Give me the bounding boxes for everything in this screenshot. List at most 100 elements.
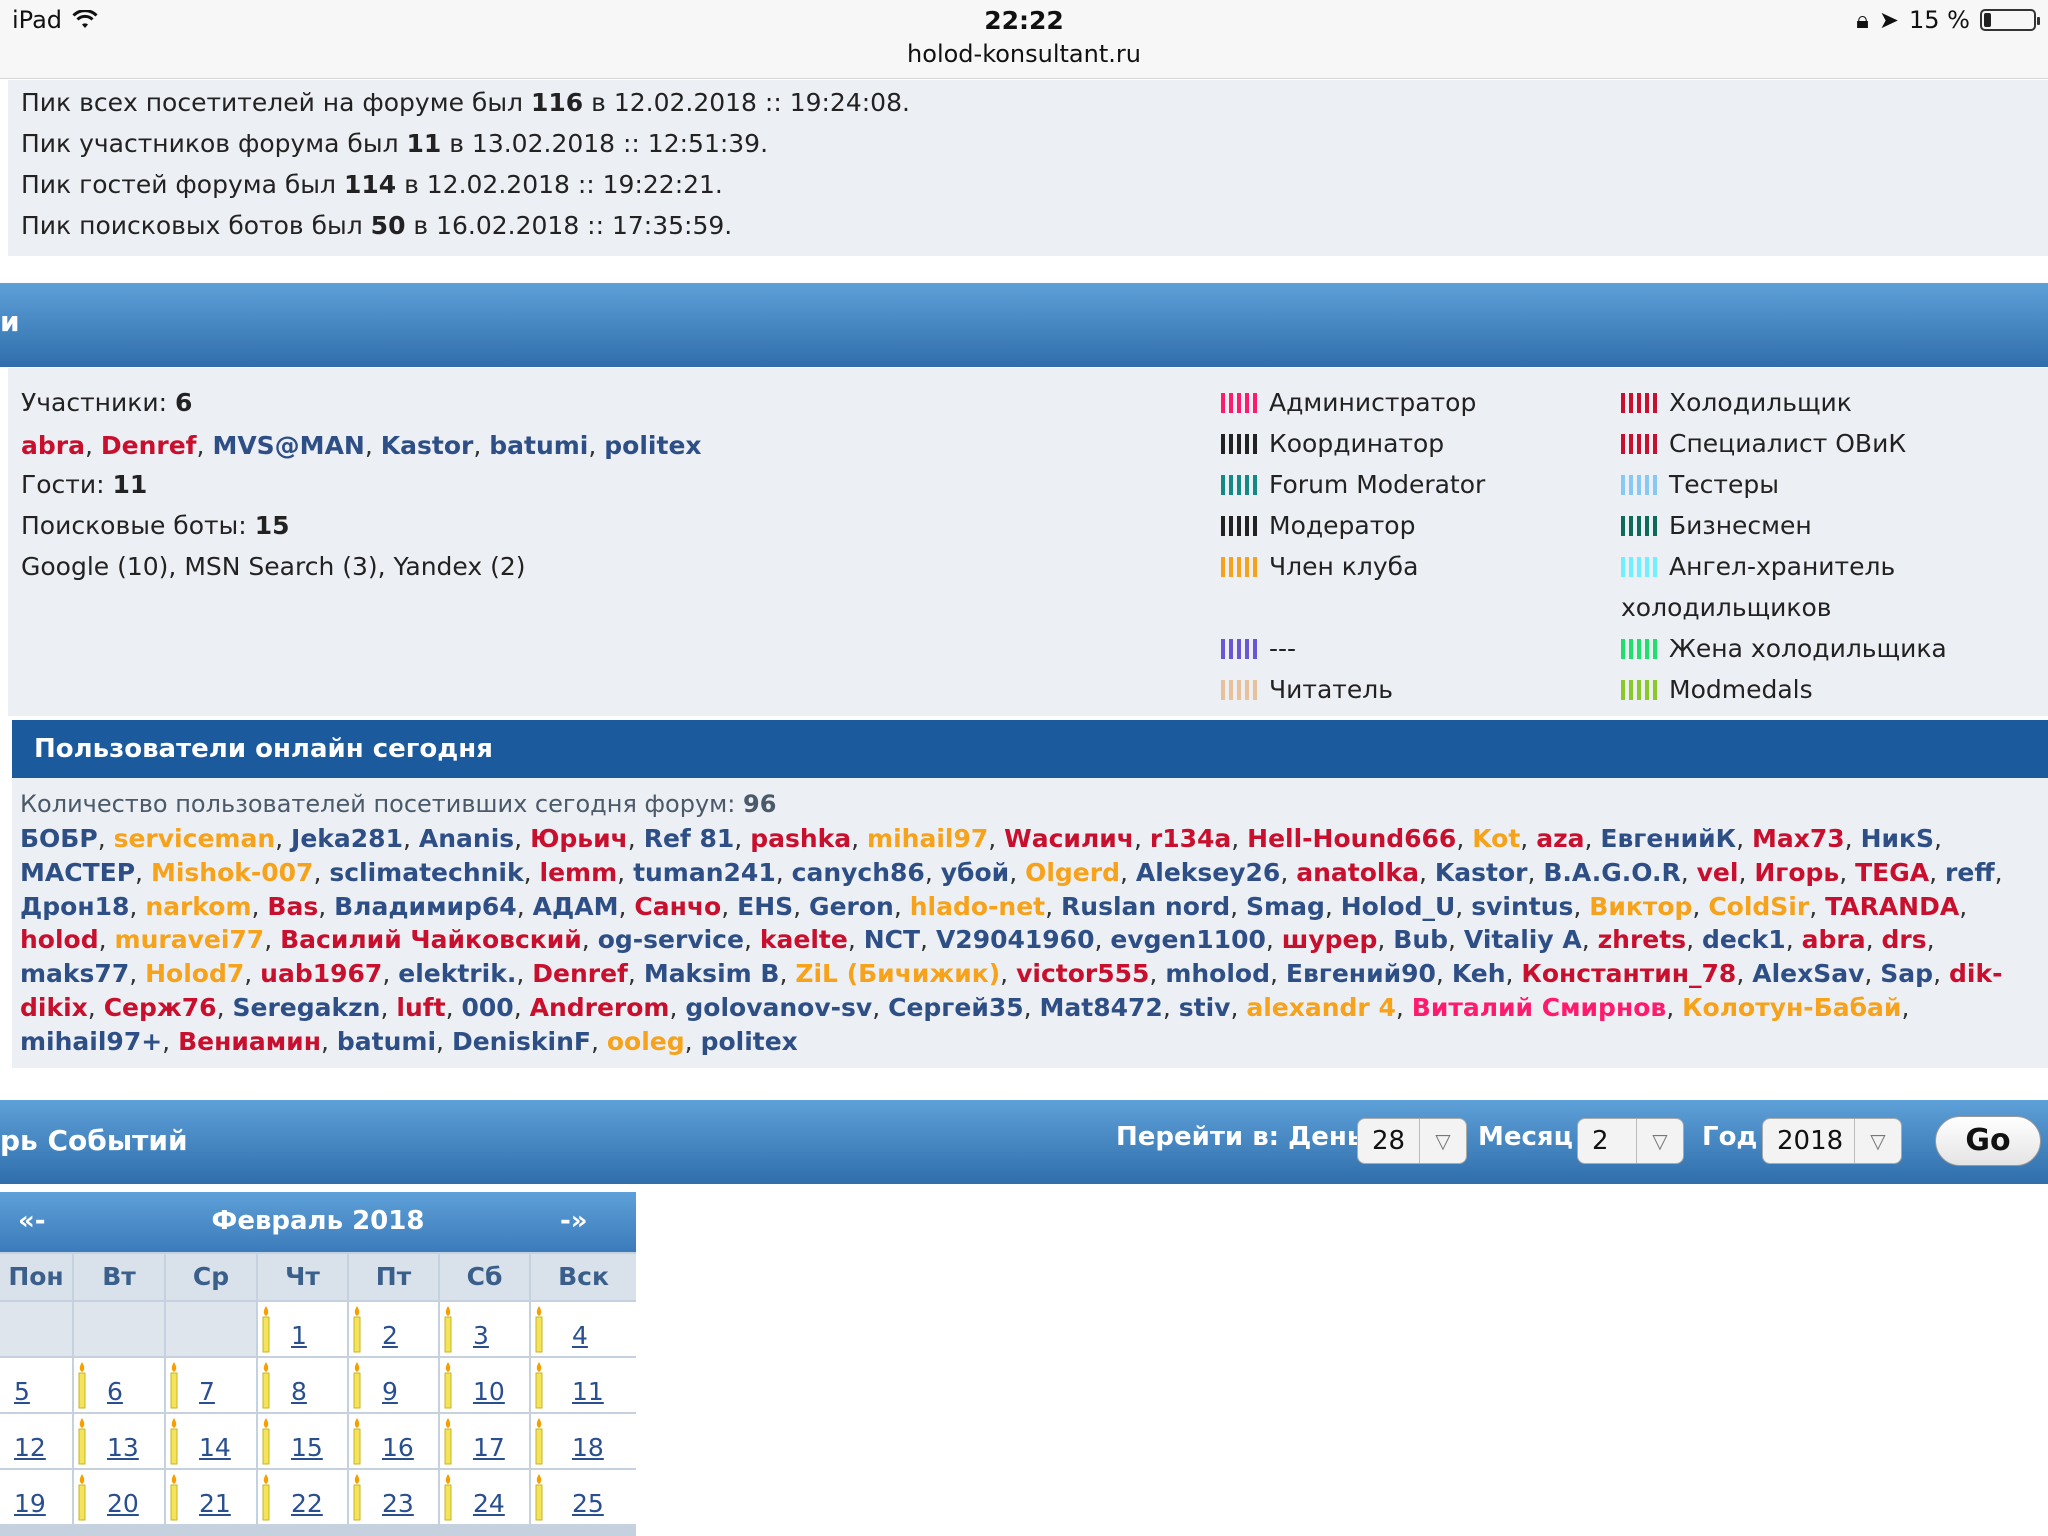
user-link[interactable]: Kastor — [381, 431, 474, 460]
calendar-day-cell[interactable]: 21 — [166, 1470, 256, 1524]
calendar-day-link[interactable]: 17 — [473, 1433, 505, 1462]
user-link[interactable]: Kot — [1472, 824, 1520, 853]
user-link[interactable]: svintus — [1471, 892, 1573, 921]
user-link[interactable]: DeniskinF — [452, 1027, 591, 1056]
user-link[interactable]: Maksim B — [644, 959, 780, 988]
calendar-day-cell[interactable]: 5 — [0, 1358, 72, 1412]
calendar-day-link[interactable]: 12 — [14, 1433, 46, 1462]
user-link[interactable]: Kastor — [1435, 858, 1528, 887]
user-link[interactable]: Holod7 — [145, 959, 244, 988]
calendar-day-cell[interactable]: 25 — [531, 1470, 636, 1524]
user-link[interactable]: ColdSir — [1708, 892, 1809, 921]
calendar-day-cell[interactable]: 10 — [440, 1358, 529, 1412]
calendar-day-link[interactable]: 24 — [473, 1489, 505, 1518]
user-link[interactable]: 000 — [462, 993, 514, 1022]
user-link[interactable]: canych86 — [792, 858, 925, 887]
user-link[interactable]: luft — [396, 993, 445, 1022]
user-link[interactable]: V29041960 — [936, 925, 1095, 954]
user-link[interactable]: deck1 — [1702, 925, 1786, 954]
user-link[interactable]: Mat8472 — [1040, 993, 1163, 1022]
user-link[interactable]: ZiL (Бичижик) — [795, 959, 1000, 988]
user-link[interactable]: Wасилич — [1004, 824, 1134, 853]
user-link[interactable]: Jeka281 — [291, 824, 403, 853]
user-link[interactable]: alexandr 4 — [1246, 993, 1396, 1022]
user-link[interactable]: holod — [20, 925, 99, 954]
calendar-day-link[interactable]: 5 — [14, 1377, 30, 1406]
user-link[interactable]: Mishok-007 — [151, 858, 314, 887]
calendar-day-link[interactable]: 15 — [291, 1433, 323, 1462]
calendar-day-cell[interactable]: 13 — [74, 1414, 164, 1468]
calendar-day-cell[interactable]: 2 — [349, 1302, 438, 1356]
user-link[interactable]: zhrets — [1598, 925, 1686, 954]
calendar-day-cell[interactable]: 23 — [349, 1470, 438, 1524]
calendar-day-link[interactable]: 6 — [107, 1377, 123, 1406]
user-link[interactable]: шурер — [1282, 925, 1378, 954]
user-link[interactable]: Евгений90 — [1286, 959, 1436, 988]
user-link[interactable]: abra — [21, 431, 85, 460]
user-link[interactable]: NCT — [864, 925, 920, 954]
user-link[interactable]: Юрьич — [530, 824, 628, 853]
calendar-day-cell[interactable]: 14 — [166, 1414, 256, 1468]
calendar-day-link[interactable]: 20 — [107, 1489, 139, 1518]
user-link[interactable]: Denref — [532, 959, 628, 988]
user-link[interactable]: AlexSav — [1752, 959, 1864, 988]
user-link[interactable]: narkom — [145, 892, 251, 921]
user-link[interactable]: Константин_78 — [1521, 959, 1736, 988]
calendar-day-cell[interactable]: 20 — [74, 1470, 164, 1524]
calendar-day-link[interactable]: 10 — [473, 1377, 505, 1406]
calendar-day-cell[interactable]: 16 — [349, 1414, 438, 1468]
user-link[interactable]: ooleg — [607, 1027, 685, 1056]
calendar-day-link[interactable]: 21 — [199, 1489, 231, 1518]
calendar-day-cell[interactable]: 15 — [258, 1414, 347, 1468]
calendar-day-link[interactable]: 1 — [291, 1321, 307, 1350]
month-select[interactable]: 2 ▽ — [1577, 1118, 1684, 1164]
user-link[interactable]: MVS@MAN — [212, 431, 364, 460]
calendar-day-link[interactable]: 3 — [473, 1321, 489, 1350]
user-link[interactable]: batumi — [489, 431, 588, 460]
user-link[interactable]: vel — [1697, 858, 1739, 887]
user-link[interactable]: reff — [1945, 858, 1995, 887]
user-link[interactable]: tuman241 — [633, 858, 776, 887]
calendar-day-cell[interactable]: 9 — [349, 1358, 438, 1412]
go-button[interactable]: Go — [1935, 1116, 2041, 1166]
user-link[interactable]: Keh — [1452, 959, 1506, 988]
user-link[interactable]: Olgerd — [1025, 858, 1120, 887]
calendar-day-link[interactable]: 25 — [572, 1489, 604, 1518]
user-link[interactable]: B.A.G.O.R — [1543, 858, 1680, 887]
calendar-day-link[interactable]: 8 — [291, 1377, 307, 1406]
user-link[interactable]: politex — [604, 431, 701, 460]
calendar-day-link[interactable]: 16 — [382, 1433, 414, 1462]
user-link[interactable]: БОБР — [20, 824, 98, 853]
day-select[interactable]: 28 ▽ — [1357, 1118, 1467, 1164]
user-link[interactable]: Andrerom — [530, 993, 670, 1022]
user-link[interactable]: НикS — [1861, 824, 1934, 853]
user-link[interactable]: victor555 — [1016, 959, 1149, 988]
user-link[interactable]: Виталий Смирнов — [1412, 993, 1666, 1022]
user-link[interactable]: Колотун-Бабай — [1682, 993, 1901, 1022]
user-link[interactable]: Bas — [267, 892, 318, 921]
user-link[interactable]: maks77 — [20, 959, 129, 988]
calendar-day-link[interactable]: 23 — [382, 1489, 414, 1518]
user-link[interactable]: mholod — [1165, 959, 1270, 988]
calendar-day-link[interactable]: 4 — [572, 1321, 588, 1350]
user-link[interactable]: ЕвгенийК — [1600, 824, 1736, 853]
user-link[interactable]: убой — [941, 858, 1009, 887]
user-link[interactable]: АДАМ — [533, 892, 619, 921]
user-link[interactable]: Seregakzn — [232, 993, 380, 1022]
calendar-day-link[interactable]: 7 — [199, 1377, 215, 1406]
user-link[interactable]: batumi — [337, 1027, 436, 1056]
calendar-day-cell[interactable]: 24 — [440, 1470, 529, 1524]
calendar-day-cell[interactable]: 11 — [531, 1358, 636, 1412]
user-link[interactable]: Holod_U — [1341, 892, 1456, 921]
user-link[interactable]: Ruslan nord — [1061, 892, 1230, 921]
calendar-day-link[interactable]: 2 — [382, 1321, 398, 1350]
user-link[interactable]: Сергей35 — [888, 993, 1024, 1022]
calendar-day-cell[interactable]: 18 — [531, 1414, 636, 1468]
calendar-day-cell[interactable]: 6 — [74, 1358, 164, 1412]
user-link[interactable]: hlado-net — [910, 892, 1045, 921]
calendar-day-cell[interactable]: 4 — [531, 1302, 636, 1356]
calendar-day-cell[interactable]: 7 — [166, 1358, 256, 1412]
next-month-link[interactable]: -» — [560, 1206, 588, 1236]
user-link[interactable]: Серж76 — [104, 993, 217, 1022]
calendar-day-cell[interactable]: 12 — [0, 1414, 72, 1468]
